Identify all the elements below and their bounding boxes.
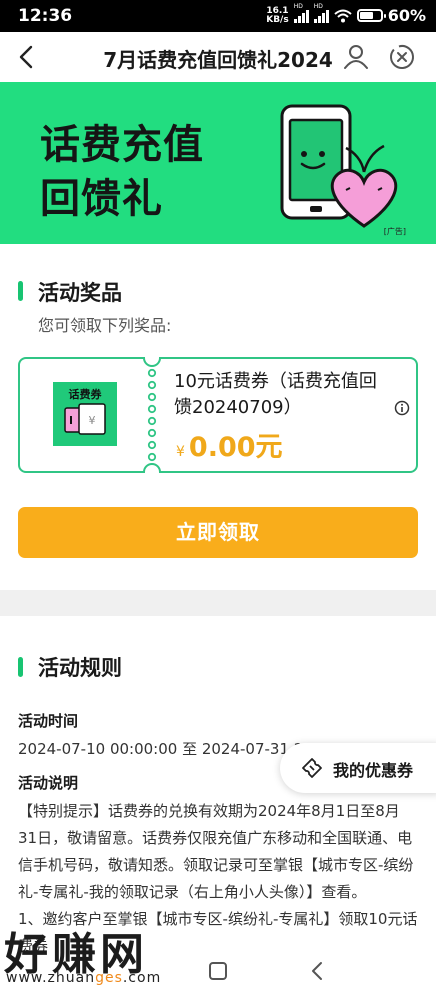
banner-line-2: 回馈礼 [40,176,163,222]
status-icons: 16.1 KB/s HD HD 60% [266,3,426,26]
signal-icon: HD [293,3,309,23]
prizes-subtitle: 您可领取下列奖品: [38,316,172,335]
signal-icon-2: HD [313,3,329,23]
rule-paragraph-1: 【特别提示】话费券的兑换有效期为2024年8月1日至8月31日，敬请留意。话费券… [18,802,414,901]
hd-label-2: HD [313,2,323,10]
banner-line-1: 话费充值 [40,122,204,168]
section-accent-bar-rules [18,657,23,677]
hd-label: HD [293,2,303,10]
activity-time-label: 活动时间 [18,712,79,730]
battery-percent: 60% [387,6,426,25]
activity-desc-label: 活动说明 [18,774,79,792]
ticket-icon: ¥ [64,403,106,435]
coupon-price-amount: 0.00元 [188,432,283,463]
coupon-name: 10元话费券（话费充值回馈20240709） [174,371,377,418]
coupon-thumbnail: 话费券 ¥ [53,382,117,446]
promo-banner: 话费充值 回馈礼 [广告] [0,82,436,244]
coupon-tag-icon [302,758,322,778]
status-time: 12:36 [18,6,73,26]
battery-icon [356,9,386,22]
watermark-url-part-3: .com [122,970,162,986]
phone-heart-illustration [280,104,398,228]
status-bar: 12:36 16.1 KB/s HD HD 60% [0,0,436,32]
wifi-icon [334,9,352,22]
ad-tag: [广告] [383,227,406,236]
nav-bar: 7月话费充值回馈礼2024 [0,32,436,82]
home-nav-icon[interactable] [209,962,227,980]
watermark-url: www.zhuanges.com [6,970,161,986]
my-coupons-button[interactable]: 我的优惠券 [280,743,436,793]
watermark-url-part-2: ges [95,970,123,986]
svg-text:¥: ¥ [89,414,96,427]
prizes-title: 活动奖品 [38,281,122,305]
watermark-url-part-1: www.zhuan [6,970,96,986]
coupon-price: ¥ 0.00元 [176,425,283,464]
close-icon[interactable] [388,43,416,71]
claim-button[interactable]: 立即领取 [18,507,418,558]
coupon-card[interactable]: 话费券 ¥ 10元话费券（话费充值回馈20240709） ¥ 0.00元 [18,357,418,473]
page-title: 7月话费充值回馈礼2024 [103,48,333,72]
user-icon[interactable] [343,43,369,69]
back-nav-icon[interactable] [308,961,328,981]
coupon-thumbnail-label: 话费券 [68,388,102,401]
my-coupons-label: 我的优惠券 [333,761,414,780]
rules-title: 活动规则 [38,656,122,680]
section-accent-bar [18,281,23,301]
section-divider [0,590,436,616]
network-speed-unit: KB/s [266,14,289,25]
info-icon[interactable] [394,400,410,416]
currency-symbol: ¥ [176,444,185,460]
watermark: 好赚网 www.zhuanges.com [0,918,200,988]
network-speed: 16.1 KB/s [266,6,289,25]
